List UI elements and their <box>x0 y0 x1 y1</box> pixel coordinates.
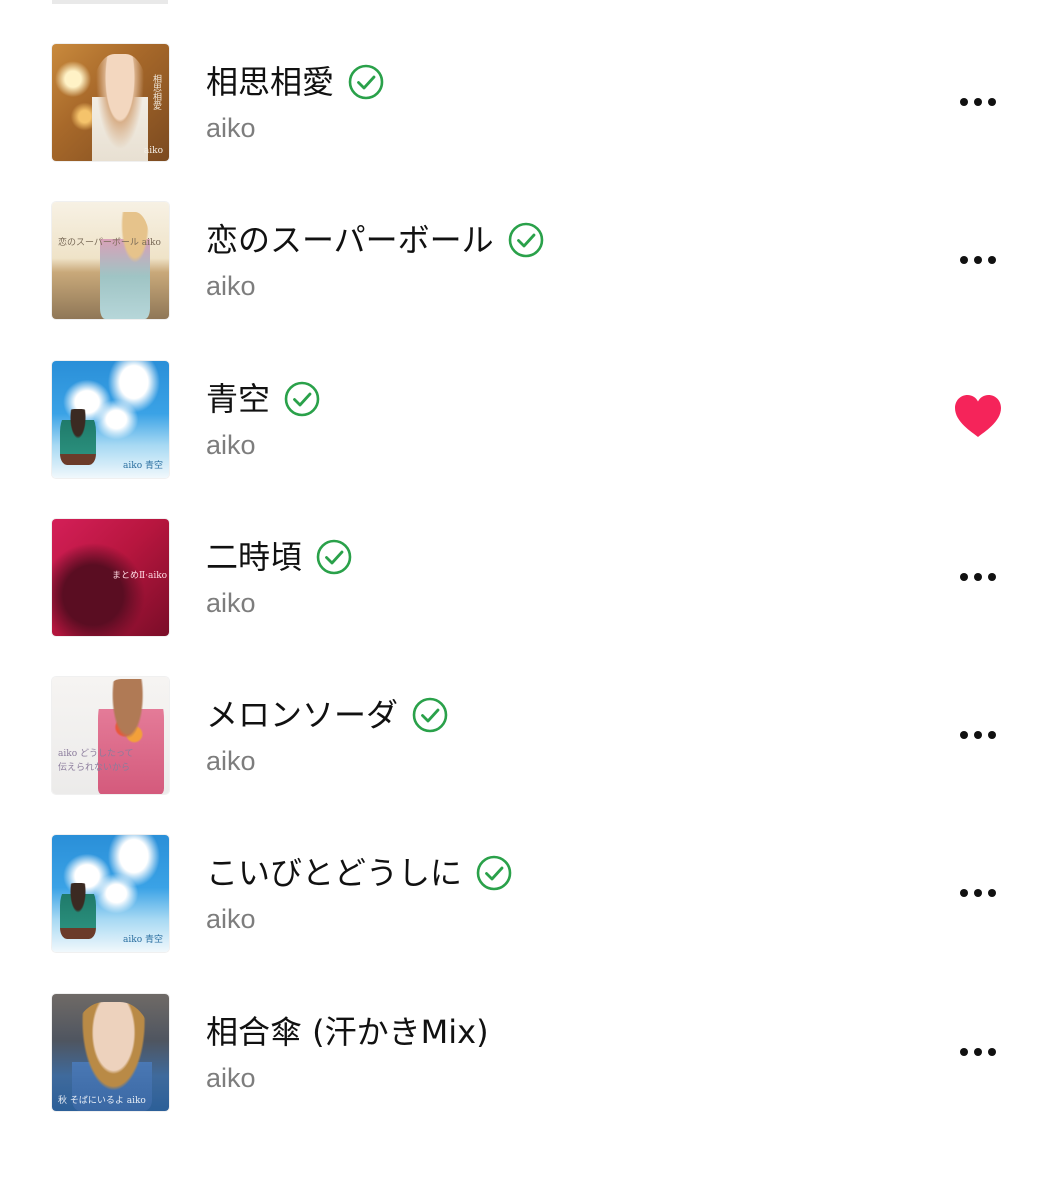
more-options-dot <box>960 1047 968 1056</box>
album-art: 恋のスーパーボール aiko <box>52 202 169 320</box>
track-title-line: 相思相愛 <box>206 60 384 104</box>
track-list: aiko 相思相愛 相思相愛 aiko 恋のスーパーボール aiko 恋のスーパーボール a… <box>0 42 1056 1150</box>
more-options-dot <box>988 98 996 106</box>
track-title-line: 恋のスーパーボール <box>206 218 544 262</box>
track-artist: aiko <box>206 113 256 143</box>
track-title-line: 二時頃 <box>206 535 352 579</box>
more-options-icon[interactable] <box>950 555 1006 599</box>
downloaded-check-icon <box>348 64 384 100</box>
heart-icon[interactable] <box>950 391 1006 443</box>
more-options-icon[interactable] <box>950 238 1006 282</box>
track-title-line: 青空 <box>206 377 320 421</box>
album-art-text: 恋のスーパーボール aiko <box>58 238 161 249</box>
more-options-icon[interactable] <box>950 871 1006 915</box>
track-artist: aiko <box>206 904 256 935</box>
track-title: 恋のスーパーボール <box>206 221 494 260</box>
downloaded-check-icon <box>508 222 543 258</box>
more-options-dot <box>988 731 996 740</box>
track-title: 青空 <box>206 379 271 418</box>
downloaded-check-icon <box>412 697 448 733</box>
track-title: 相合傘 (汗かきMix) <box>206 1012 489 1051</box>
album-art: aiko どうしたって伝えられないから <box>52 677 169 795</box>
track-row[interactable]: aiko 相思相愛 相思相愛 aiko <box>0 42 1056 200</box>
album-art-text: aiko 青空 <box>123 935 163 946</box>
downloaded-check-icon <box>476 856 512 891</box>
track-title-line: 相合傘 (汗かきMix) <box>206 1010 489 1054</box>
album-art: aiko 青空 <box>52 360 169 478</box>
album-art-figure <box>72 1001 152 1111</box>
more-options-dot <box>988 889 996 898</box>
track-row[interactable]: aiko 青空 こいびとどうしに aiko <box>0 833 1056 991</box>
track-row[interactable]: aiko 青空 青空 aiko <box>0 359 1056 517</box>
more-options-icon[interactable] <box>950 1030 1006 1074</box>
more-options-dot <box>960 98 968 106</box>
more-options-dot <box>974 889 982 898</box>
album-art-vertical-text: 相思相愛 <box>151 74 161 110</box>
track-artist: aiko <box>206 429 256 460</box>
track-row[interactable]: 恋のスーパーボール aiko 恋のスーパーボール aiko <box>0 200 1056 358</box>
previous-row-edge <box>52 0 168 4</box>
more-options-dot <box>988 256 996 265</box>
more-options-dot <box>988 1047 996 1056</box>
track-title-line: メロンソーダ <box>206 693 448 737</box>
track-artist: aiko <box>206 746 256 777</box>
track-artist: aiko <box>206 587 256 618</box>
more-options-dot <box>988 572 996 581</box>
more-options-icon[interactable] <box>950 80 1006 124</box>
track-artist: aiko <box>206 271 256 302</box>
album-art-figure <box>92 54 148 161</box>
track-title: メロンソーダ <box>206 696 399 735</box>
more-options-dot <box>960 256 968 265</box>
album-art: まとめⅡ·aiko <box>52 518 169 636</box>
more-options-dot <box>960 889 968 898</box>
track-title: こいびとどうしに <box>206 854 463 893</box>
album-art-text: 秋 そばにいるよ aiko <box>58 1095 146 1106</box>
track-row[interactable]: aiko どうしたって伝えられないから メロンソーダ aiko <box>0 675 1056 833</box>
more-options-dot <box>960 731 968 740</box>
more-options-dot <box>974 1047 982 1056</box>
track-row[interactable]: 秋 そばにいるよ aiko 相合傘 (汗かきMix) aiko <box>0 992 1056 1150</box>
album-art-figure <box>60 408 96 465</box>
more-options-dot <box>974 731 982 740</box>
track-title: 二時頃 <box>206 537 303 576</box>
album-art-figure <box>98 679 164 795</box>
album-art-text: まとめⅡ·aiko <box>112 570 168 581</box>
downloaded-check-icon <box>284 381 320 416</box>
track-title-line: こいびとどうしに <box>206 851 512 895</box>
album-art: aiko 青空 <box>52 835 169 953</box>
album-art: aiko 相思相愛 <box>52 44 169 161</box>
album-art-figure <box>100 212 150 320</box>
album-art-figure <box>60 883 96 940</box>
more-options-dot <box>974 572 982 581</box>
track-row[interactable]: まとめⅡ·aiko 二時頃 aiko <box>0 517 1056 675</box>
more-options-dot <box>974 256 982 265</box>
more-options-icon[interactable] <box>950 713 1006 757</box>
downloaded-check-icon <box>316 539 352 575</box>
track-title: 相思相愛 <box>206 63 335 101</box>
track-artist: aiko <box>206 1062 256 1093</box>
album-art-text: aiko どうしたって伝えられないから <box>58 749 134 774</box>
more-options-dot <box>960 572 968 581</box>
more-options-dot <box>974 98 982 106</box>
album-art-text: aiko 青空 <box>123 460 163 471</box>
album-art: 秋 そばにいるよ aiko <box>52 993 169 1111</box>
